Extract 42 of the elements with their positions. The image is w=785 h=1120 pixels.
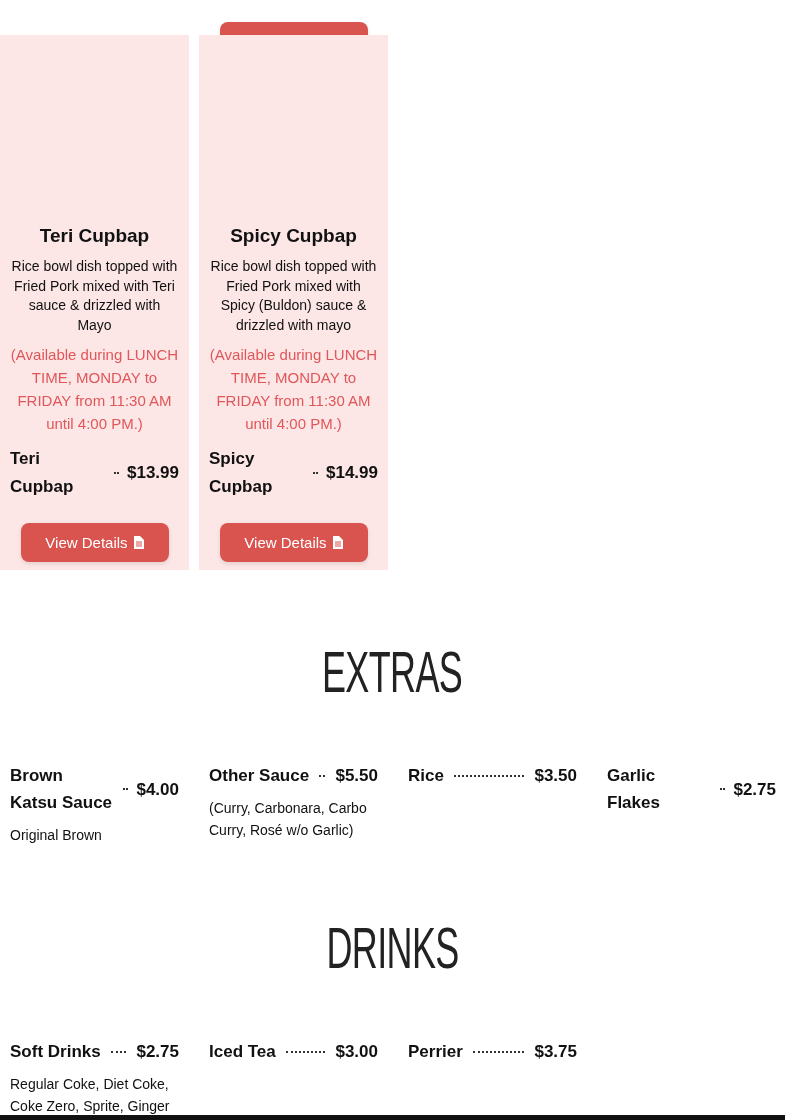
item-name: Iced Tea [209, 1041, 276, 1063]
item-description: Regular Coke, Diet Coke, Coke Zero, Sprite, Ginger [10, 1075, 171, 1116]
dotted-leader [319, 774, 326, 777]
item-name: Soft Drinks [10, 1041, 101, 1063]
item-description: Original Brown [10, 826, 103, 845]
item-price: $4.00 [136, 778, 179, 801]
item-price: $2.75 [136, 1041, 179, 1063]
dotted-leader [720, 788, 724, 790]
document-icon [133, 536, 144, 549]
dotted-leader [123, 788, 127, 790]
dotted-leader [110, 1050, 127, 1053]
section-heading: EXTRAS [322, 640, 463, 704]
item-description: (Curry, Carbonara, Carbo Curry, Rosé w/o Garlic) [209, 799, 368, 840]
availability-note: (Available during LUNCH TIME, MONDAY to FRIDAY from 11:30 AM until 4:00 PM.) [10, 345, 179, 434]
dotted-leader [285, 1050, 326, 1053]
dotted-leader [313, 472, 316, 474]
item-price: $3.00 [335, 1041, 378, 1063]
document-icon [332, 536, 343, 549]
item-price: $2.75 [733, 778, 776, 801]
dish-name: Teri Cupbap [10, 448, 75, 498]
item-price: $3.75 [534, 1041, 577, 1063]
dish-description: Rice bowl dish topped with Fried Pork mixed with Teri sauce & drizzled with Mayo [10, 257, 179, 335]
dish-name: Teri Cupbap [38, 225, 151, 247]
item-name: Garlic Flakes [607, 765, 661, 814]
view-details-button[interactable]: View Details [219, 523, 368, 562]
dish-price: $13.99 [127, 462, 179, 484]
item-name: Rice [408, 765, 444, 787]
dotted-leader [453, 774, 525, 777]
item-price: $5.50 [335, 765, 378, 787]
view-details-button[interactable]: View Details [20, 523, 169, 562]
dish-price: $14.99 [326, 462, 378, 484]
dotted-leader [472, 1050, 525, 1053]
dotted-leader [114, 472, 117, 474]
dish-description: Rice bowl dish topped with Fried Pork mixed with Spicy (Buldon) sauce & drizzled with mayo [209, 257, 378, 335]
item-name: Brown Katsu Sauce [10, 765, 114, 814]
item-name: Other Sauce [209, 765, 310, 787]
dish-name: Spicy Cupbap [229, 225, 358, 247]
dish-name: Spicy Cupbap [209, 448, 274, 498]
section-heading: DRINKS [326, 916, 459, 980]
availability-note: (Available during LUNCH TIME, MONDAY to FRIDAY from 11:30 AM until 4:00 PM.) [209, 345, 378, 434]
item-name: Perrier [408, 1041, 463, 1063]
item-price: $3.50 [534, 765, 577, 787]
